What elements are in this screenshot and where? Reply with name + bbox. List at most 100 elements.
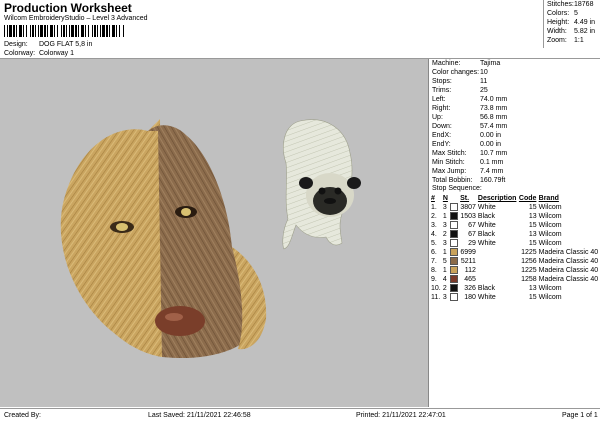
- row-color-swatch: [449, 221, 459, 230]
- barcode-bar: [13, 25, 15, 37]
- thread-color-swatch: [450, 203, 459, 212]
- row-stitches: 6999: [460, 249, 476, 256]
- barcode-bar: [100, 25, 101, 37]
- barcode-bar: [54, 25, 55, 37]
- barcode-bar: [50, 25, 53, 37]
- row-number: 4.: [431, 231, 437, 238]
- table-row: 7. 5 5211 1256 Madeira Classic 40: [430, 257, 600, 266]
- row-stitches: 67: [468, 222, 476, 229]
- colorway-row: Colorway: Colorway 1: [4, 50, 74, 57]
- row-description: White: [477, 294, 496, 301]
- barcode-bar: [69, 25, 70, 37]
- barcode-bar: [16, 25, 17, 37]
- barcode-bar: [66, 25, 67, 37]
- footer-divider: [0, 408, 600, 409]
- row-code: 15: [528, 294, 537, 301]
- barcode-bar: [78, 25, 79, 37]
- row-number: 7.: [431, 258, 437, 265]
- col-header-brand: Brand: [538, 195, 559, 202]
- row-description: [477, 266, 518, 275]
- row-description: White: [477, 222, 496, 229]
- table-row: 1. 3 3807 White 15 Wilcom: [430, 203, 600, 212]
- barcode-bar: [30, 25, 31, 37]
- col-header-code: Code: [518, 195, 537, 202]
- row-brand: Madeira Classic 40: [538, 249, 599, 256]
- row-color-swatch: [449, 239, 459, 248]
- info-endy: EndY: 0.00 in: [432, 141, 502, 148]
- info-min-stitch: Min Stitch: 0.1 mm: [432, 159, 504, 166]
- worksheet-footer: Created By: Last Saved: 21/11/2021 22:46…: [0, 410, 600, 424]
- stat-stitches: Stitches:18768: [547, 1, 594, 8]
- row-brand: Wilcom: [538, 231, 562, 238]
- row-needle: 3: [442, 294, 447, 301]
- info-max-stitch: Max Stitch: 10.7 mm: [432, 150, 508, 157]
- footer-printed: Printed: 21/11/2021 22:47:01: [356, 412, 446, 419]
- barcode-bar: [123, 25, 124, 37]
- barcode-bar: [97, 25, 98, 37]
- row-description: [477, 275, 518, 284]
- row-code: 15: [528, 240, 537, 247]
- row-description: White: [477, 240, 496, 247]
- barcode-bar: [35, 25, 36, 37]
- row-needle: 1: [442, 213, 447, 220]
- thread-color-swatch: [450, 257, 459, 266]
- row-color-swatch: [449, 203, 459, 212]
- row-code: 1225: [521, 267, 537, 274]
- row-description: Black: [477, 285, 496, 292]
- row-needle: 1: [442, 267, 447, 274]
- row-number: 8.: [431, 267, 437, 274]
- row-stitches: 1503: [460, 213, 476, 220]
- barcode-bar: [47, 25, 48, 37]
- col-header-swatch: [449, 194, 459, 203]
- info-right: Right: 73.8 mm: [432, 105, 508, 112]
- stat-colors: Colors: 5: [547, 10, 578, 17]
- thread-color-swatch: [450, 230, 459, 239]
- col-header-needle: N: [442, 195, 448, 202]
- row-needle: 3: [442, 222, 447, 229]
- barcode-bar: [23, 25, 24, 37]
- barcode-bar: [32, 25, 34, 37]
- stats-panel: Stitches:18768 Colors: 5 Height: 4.49 in W…: [543, 0, 600, 48]
- row-number: 6.: [431, 249, 437, 256]
- row-stitches: 29: [468, 240, 476, 247]
- row-stitches: 465: [464, 276, 476, 283]
- thread-color-swatch: [450, 212, 459, 221]
- thread-color-swatch: [450, 221, 459, 230]
- row-brand: Wilcom: [538, 213, 562, 220]
- barcode-bar: [57, 25, 58, 37]
- barcode-bar: [88, 25, 89, 37]
- footer-last-saved: Last Saved: 21/11/2021 22:46:58: [148, 412, 251, 419]
- row-number: 10.: [431, 285, 441, 292]
- info-stops: Stops: 11: [432, 78, 488, 85]
- barcode-bar: [75, 25, 77, 37]
- row-color-swatch: [449, 257, 459, 266]
- thread-color-swatch: [450, 248, 459, 257]
- row-description: [477, 257, 518, 266]
- footer-created-by: Created By:: [4, 412, 41, 419]
- table-header-row: # N St. Description Code Brand: [430, 194, 600, 203]
- barcode-bar: [61, 25, 62, 37]
- barcode-bar: [26, 25, 27, 37]
- row-code: 1258: [521, 276, 537, 283]
- info-left: Left: 74.0 mm: [432, 96, 508, 103]
- barcode-bar: [63, 25, 65, 37]
- row-brand: Wilcom: [538, 294, 562, 301]
- info-endx: EndX: 0.00 in: [432, 132, 502, 139]
- row-color-swatch: [449, 293, 459, 302]
- info-machine: Machine: Tajima: [432, 60, 501, 67]
- row-stitches: 67: [468, 231, 476, 238]
- barcode-bar: [81, 25, 84, 37]
- barcode-bar: [44, 25, 46, 37]
- table-row: 4. 2 67 Black 13 Wilcom: [430, 230, 600, 239]
- row-number: 2.: [431, 213, 437, 220]
- barcode-bar: [94, 25, 96, 37]
- design-row: Design: DOG FLAT 5,8 in: [4, 41, 92, 48]
- table-row: 11. 3 180 White 15 Wilcom: [430, 293, 600, 302]
- thread-color-swatch: [450, 266, 459, 275]
- barcode-bar: [112, 25, 115, 37]
- barcode-bar: [116, 25, 117, 37]
- row-number: 11.: [431, 294, 441, 301]
- stat-zoom: Zoom: 1:1: [547, 37, 584, 44]
- info-trims: Trims: 25: [432, 87, 488, 94]
- design-info-panel: Machine: Tajima Color changes:10 Stops: 11…: [430, 59, 600, 407]
